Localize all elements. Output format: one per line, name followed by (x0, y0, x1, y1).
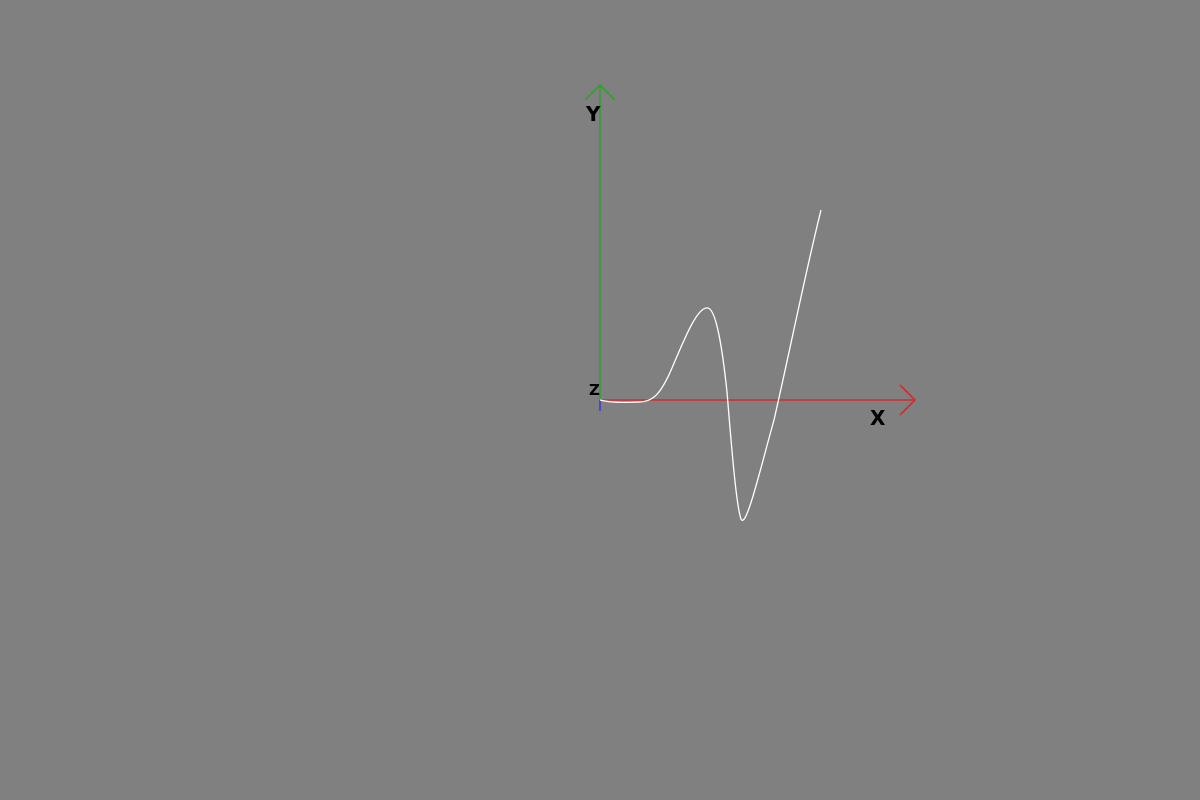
z-axis-label: Z (589, 381, 600, 399)
plotted-curve (599, 209, 822, 521)
y-axis (584, 83, 616, 400)
x-axis-label: X (870, 406, 886, 430)
3d-viewport[interactable]: Y X Z (0, 0, 1200, 800)
x-axis (600, 384, 917, 416)
y-axis-label: Y (585, 102, 601, 126)
